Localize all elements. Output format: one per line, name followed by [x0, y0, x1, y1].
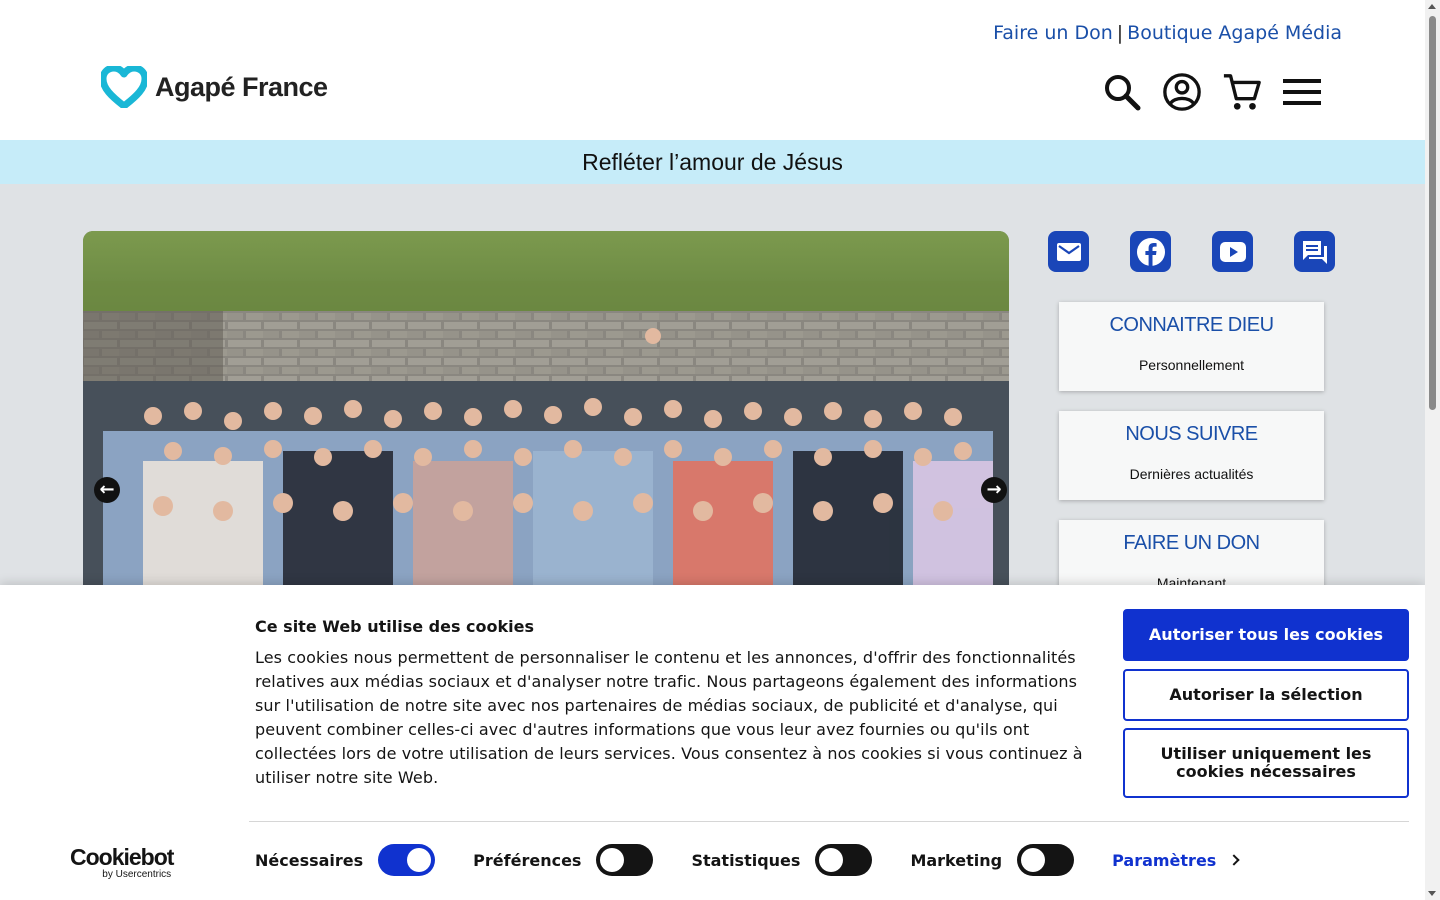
chevron-right-icon — [1228, 854, 1240, 866]
settings-label: Paramètres — [1112, 850, 1217, 870]
site-logo[interactable]: Agapé France — [101, 66, 328, 108]
allow-all-cookies-button[interactable]: Autoriser tous les cookies — [1123, 609, 1409, 661]
statistics-switch[interactable] — [815, 844, 873, 876]
card-nous-suivre[interactable]: NOUS SUIVRE Dernières actualités — [1059, 411, 1324, 500]
donate-link[interactable]: Faire un Don — [993, 22, 1113, 44]
image-carousel[interactable]: ← → — [83, 231, 1009, 601]
tagline-text: Refléter l’amour de Jésus — [582, 148, 843, 175]
marketing-switch[interactable] — [1017, 844, 1075, 876]
cookiebot-logo: Cookiebot by Usercentrics — [70, 844, 174, 881]
cart-icon[interactable] — [1222, 70, 1262, 114]
link-separator: | — [1116, 22, 1124, 44]
header-icons — [1102, 70, 1322, 114]
card-title: FAIRE UN DON — [1123, 532, 1260, 554]
menu-icon[interactable] — [1282, 70, 1322, 114]
cookie-divider — [249, 821, 1409, 822]
card-title: CONNAITRE DIEU — [1109, 314, 1274, 336]
scroll-down-icon[interactable] — [1428, 891, 1436, 896]
tagline-banner: Refléter l’amour de Jésus — [0, 140, 1425, 184]
shop-link[interactable]: Boutique Agapé Média — [1127, 22, 1342, 44]
mail-icon[interactable] — [1048, 231, 1089, 272]
toggle-marketing: Marketing — [910, 844, 1075, 876]
cookiebot-sub: by Usercentrics — [102, 869, 172, 880]
arrow-left-icon: ← — [99, 479, 115, 500]
cookiebot-name: Cookiebot — [70, 844, 174, 870]
heart-logo-icon — [101, 66, 147, 108]
toggle-label: Préférences — [473, 850, 582, 870]
switch-knob — [819, 848, 844, 872]
cookie-banner: Ce site Web utilise des cookies Les cook… — [0, 585, 1425, 900]
scroll-thumb[interactable] — [1429, 16, 1436, 410]
toggle-statistics: Statistiques — [691, 844, 873, 876]
carousel-next-button[interactable]: → — [981, 477, 1007, 503]
switch-knob — [600, 848, 625, 872]
toggle-label: Nécessaires — [255, 850, 364, 870]
toggle-label: Statistiques — [691, 850, 801, 870]
card-connaitre-dieu[interactable]: CONNAITRE DIEU Personnellement — [1059, 302, 1324, 391]
chat-icon[interactable] — [1294, 231, 1335, 272]
card-subtitle: Personnellement — [1138, 357, 1245, 373]
preferences-switch[interactable] — [596, 844, 654, 876]
necessary-only-button[interactable]: Utiliser uniquement les cookies nécessai… — [1123, 728, 1409, 798]
site-header: Faire un Don | Boutique Agapé Média Agapé … — [0, 0, 1425, 140]
carousel-prev-button[interactable]: ← — [94, 477, 120, 503]
scroll-up-icon[interactable] — [1428, 4, 1436, 9]
necessary-switch[interactable] — [378, 844, 436, 876]
card-subtitle: Dernières actualités — [1129, 466, 1254, 482]
allow-selection-button[interactable]: Autoriser la sélection — [1123, 669, 1409, 721]
page-scrollbar[interactable] — [1425, 0, 1440, 900]
settings-link[interactable]: Paramètres — [1112, 850, 1240, 870]
cookie-title: Ce site Web utilise des cookies — [255, 617, 534, 636]
arrow-right-icon: → — [986, 479, 1002, 500]
cookie-toggles: Nécessaires Préférences Statistiques Mar… — [255, 844, 1240, 876]
group-photo — [83, 231, 1009, 601]
search-icon[interactable] — [1102, 70, 1142, 114]
card-title: NOUS SUIVRE — [1125, 423, 1258, 445]
facebook-icon[interactable] — [1130, 231, 1171, 272]
account-icon[interactable] — [1162, 70, 1202, 114]
toggle-label: Marketing — [910, 850, 1003, 870]
switch-knob — [407, 848, 432, 872]
switch-knob — [1021, 848, 1046, 872]
toggle-necessary: Nécessaires — [255, 844, 436, 876]
youtube-icon[interactable] — [1212, 231, 1253, 272]
logo-text: Agapé France — [155, 71, 328, 102]
top-links: Faire un Don | Boutique Agapé Média — [993, 22, 1342, 44]
toggle-preferences: Préférences — [473, 844, 654, 876]
social-links — [1048, 231, 1335, 272]
cookie-description: Les cookies nous permettent de personnal… — [255, 648, 1083, 787]
